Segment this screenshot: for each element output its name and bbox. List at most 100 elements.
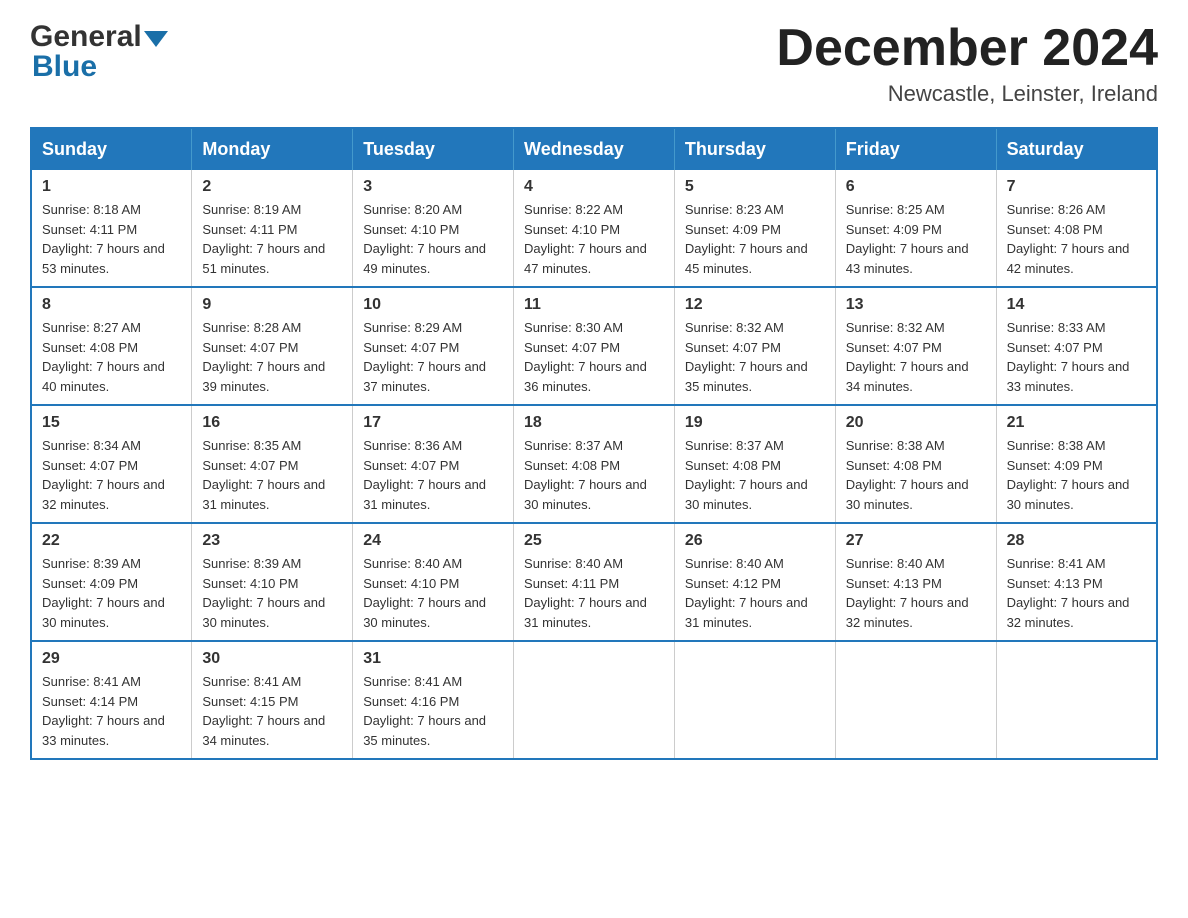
day-number: 12 — [685, 296, 825, 314]
location-title: Newcastle, Leinster, Ireland — [776, 81, 1158, 107]
day-number: 20 — [846, 414, 986, 432]
day-info: Sunrise: 8:37 AMSunset: 4:08 PMDaylight:… — [685, 436, 825, 514]
day-info: Sunrise: 8:41 AMSunset: 4:16 PMDaylight:… — [363, 672, 503, 750]
calendar-day-cell: 12Sunrise: 8:32 AMSunset: 4:07 PMDayligh… — [674, 287, 835, 405]
page-header: General Blue December 2024 Newcastle, Le… — [30, 20, 1158, 107]
calendar-day-cell: 29 Sunrise: 8:41 AMSunset: 4:14 PMDayligh… — [31, 641, 192, 759]
calendar-day-cell: 31 Sunrise: 8:41 AMSunset: 4:16 PMDayligh… — [353, 641, 514, 759]
day-number: 17 — [363, 414, 503, 432]
calendar-day-cell: 11Sunrise: 8:30 AMSunset: 4:07 PMDayligh… — [514, 287, 675, 405]
calendar-day-cell: 16Sunrise: 8:35 AMSunset: 4:07 PMDayligh… — [192, 405, 353, 523]
weekday-header-tuesday: Tuesday — [353, 128, 514, 170]
day-info: Sunrise: 8:23 AMSunset: 4:09 PMDaylight:… — [685, 200, 825, 278]
day-number: 14 — [1007, 296, 1146, 314]
day-info: Sunrise: 8:40 AMSunset: 4:12 PMDaylight:… — [685, 554, 825, 632]
calendar-day-cell: 13Sunrise: 8:32 AMSunset: 4:07 PMDayligh… — [835, 287, 996, 405]
day-number: 30 — [202, 650, 342, 668]
day-number: 2 — [202, 178, 342, 196]
month-title: December 2024 — [776, 20, 1158, 77]
calendar-week-row: 1 Sunrise: 8:18 AMSunset: 4:11 PMDaylight… — [31, 170, 1157, 287]
day-info: Sunrise: 8:40 AMSunset: 4:13 PMDaylight:… — [846, 554, 986, 632]
day-number: 28 — [1007, 532, 1146, 550]
day-number: 3 — [363, 178, 503, 196]
calendar-day-cell: 22Sunrise: 8:39 AMSunset: 4:09 PMDayligh… — [31, 523, 192, 641]
calendar-day-cell: 5 Sunrise: 8:23 AMSunset: 4:09 PMDaylight… — [674, 170, 835, 287]
day-info: Sunrise: 8:40 AMSunset: 4:10 PMDaylight:… — [363, 554, 503, 632]
day-number: 10 — [363, 296, 503, 314]
calendar-day-cell: 2Sunrise: 8:19 AMSunset: 4:11 PMDaylight… — [192, 170, 353, 287]
day-info: Sunrise: 8:33 AMSunset: 4:07 PMDaylight:… — [1007, 318, 1146, 396]
day-number: 27 — [846, 532, 986, 550]
calendar-day-cell: 19 Sunrise: 8:37 AMSunset: 4:08 PMDayligh… — [674, 405, 835, 523]
weekday-header-wednesday: Wednesday — [514, 128, 675, 170]
calendar-day-cell: 14 Sunrise: 8:33 AMSunset: 4:07 PMDayligh… — [996, 287, 1157, 405]
day-info: Sunrise: 8:30 AMSunset: 4:07 PMDaylight:… — [524, 318, 664, 396]
day-info: Sunrise: 8:22 AMSunset: 4:10 PMDaylight:… — [524, 200, 664, 278]
day-info: Sunrise: 8:18 AMSunset: 4:11 PMDaylight:… — [42, 200, 181, 278]
day-number: 7 — [1007, 178, 1146, 196]
day-number: 1 — [42, 178, 181, 196]
day-info: Sunrise: 8:36 AMSunset: 4:07 PMDaylight:… — [363, 436, 503, 514]
calendar-day-cell: 10 Sunrise: 8:29 AMSunset: 4:07 PMDayligh… — [353, 287, 514, 405]
day-info: Sunrise: 8:34 AMSunset: 4:07 PMDaylight:… — [42, 436, 181, 514]
calendar-day-cell: 4 Sunrise: 8:22 AMSunset: 4:10 PMDaylight… — [514, 170, 675, 287]
day-info: Sunrise: 8:40 AMSunset: 4:11 PMDaylight:… — [524, 554, 664, 632]
day-number: 8 — [42, 296, 181, 314]
day-number: 19 — [685, 414, 825, 432]
weekday-header-saturday: Saturday — [996, 128, 1157, 170]
day-number: 13 — [846, 296, 986, 314]
calendar-day-cell: 25 Sunrise: 8:40 AMSunset: 4:11 PMDayligh… — [514, 523, 675, 641]
day-number: 4 — [524, 178, 664, 196]
day-number: 16 — [202, 414, 342, 432]
logo: General Blue — [30, 20, 168, 84]
calendar-day-cell: 27 Sunrise: 8:40 AMSunset: 4:13 PMDayligh… — [835, 523, 996, 641]
calendar-day-cell: 7 Sunrise: 8:26 AMSunset: 4:08 PMDaylight… — [996, 170, 1157, 287]
weekday-header-sunday: Sunday — [31, 128, 192, 170]
day-info: Sunrise: 8:39 AMSunset: 4:10 PMDaylight:… — [202, 554, 342, 632]
day-number: 23 — [202, 532, 342, 550]
calendar-day-cell: 9 Sunrise: 8:28 AMSunset: 4:07 PMDaylight… — [192, 287, 353, 405]
day-number: 5 — [685, 178, 825, 196]
calendar-day-cell: 21 Sunrise: 8:38 AMSunset: 4:09 PMDayligh… — [996, 405, 1157, 523]
calendar-day-cell: 26 Sunrise: 8:40 AMSunset: 4:12 PMDayligh… — [674, 523, 835, 641]
calendar-day-cell: 6Sunrise: 8:25 AMSunset: 4:09 PMDaylight… — [835, 170, 996, 287]
calendar-day-cell: 23 Sunrise: 8:39 AMSunset: 4:10 PMDayligh… — [192, 523, 353, 641]
day-info: Sunrise: 8:27 AMSunset: 4:08 PMDaylight:… — [42, 318, 181, 396]
calendar-day-cell — [996, 641, 1157, 759]
day-number: 24 — [363, 532, 503, 550]
logo-blue-text: Blue — [32, 50, 168, 84]
calendar-week-row: 29 Sunrise: 8:41 AMSunset: 4:14 PMDayligh… — [31, 641, 1157, 759]
title-block: December 2024 Newcastle, Leinster, Irela… — [776, 20, 1158, 107]
calendar-day-cell: 15Sunrise: 8:34 AMSunset: 4:07 PMDayligh… — [31, 405, 192, 523]
weekday-header-monday: Monday — [192, 128, 353, 170]
calendar-day-cell: 3 Sunrise: 8:20 AMSunset: 4:10 PMDaylight… — [353, 170, 514, 287]
day-info: Sunrise: 8:20 AMSunset: 4:10 PMDaylight:… — [363, 200, 503, 278]
day-number: 25 — [524, 532, 664, 550]
day-number: 6 — [846, 178, 986, 196]
calendar-week-row: 22Sunrise: 8:39 AMSunset: 4:09 PMDayligh… — [31, 523, 1157, 641]
day-info: Sunrise: 8:41 AMSunset: 4:13 PMDaylight:… — [1007, 554, 1146, 632]
day-number: 22 — [42, 532, 181, 550]
day-info: Sunrise: 8:38 AMSunset: 4:09 PMDaylight:… — [1007, 436, 1146, 514]
calendar-week-row: 8 Sunrise: 8:27 AMSunset: 4:08 PMDaylight… — [31, 287, 1157, 405]
day-info: Sunrise: 8:28 AMSunset: 4:07 PMDaylight:… — [202, 318, 342, 396]
logo-general-text: General — [30, 20, 142, 54]
calendar-day-cell: 17 Sunrise: 8:36 AMSunset: 4:07 PMDayligh… — [353, 405, 514, 523]
day-number: 21 — [1007, 414, 1146, 432]
weekday-header-row: SundayMondayTuesdayWednesdayThursdayFrid… — [31, 128, 1157, 170]
day-number: 31 — [363, 650, 503, 668]
day-info: Sunrise: 8:29 AMSunset: 4:07 PMDaylight:… — [363, 318, 503, 396]
day-number: 9 — [202, 296, 342, 314]
calendar-day-cell: 30 Sunrise: 8:41 AMSunset: 4:15 PMDayligh… — [192, 641, 353, 759]
day-info: Sunrise: 8:41 AMSunset: 4:14 PMDaylight:… — [42, 672, 181, 750]
calendar-table: SundayMondayTuesdayWednesdayThursdayFrid… — [30, 127, 1158, 760]
calendar-day-cell: 24 Sunrise: 8:40 AMSunset: 4:10 PMDayligh… — [353, 523, 514, 641]
day-info: Sunrise: 8:26 AMSunset: 4:08 PMDaylight:… — [1007, 200, 1146, 278]
calendar-day-cell: 8 Sunrise: 8:27 AMSunset: 4:08 PMDaylight… — [31, 287, 192, 405]
day-info: Sunrise: 8:41 AMSunset: 4:15 PMDaylight:… — [202, 672, 342, 750]
calendar-day-cell: 20 Sunrise: 8:38 AMSunset: 4:08 PMDayligh… — [835, 405, 996, 523]
day-number: 26 — [685, 532, 825, 550]
day-info: Sunrise: 8:38 AMSunset: 4:08 PMDaylight:… — [846, 436, 986, 514]
day-number: 29 — [42, 650, 181, 668]
calendar-day-cell — [514, 641, 675, 759]
